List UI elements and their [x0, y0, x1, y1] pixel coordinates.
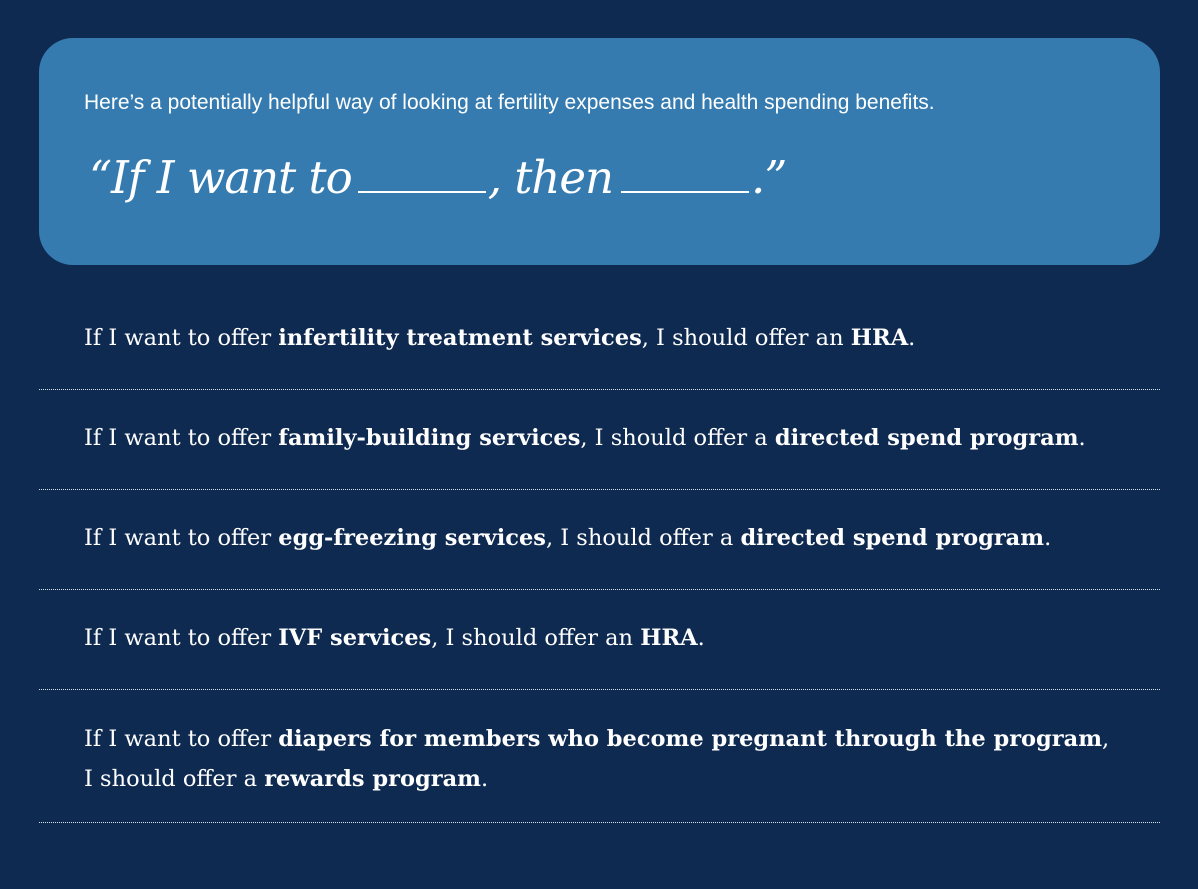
- quote-middle: , then: [487, 151, 614, 204]
- benefit-rule-text: If I want to offer IVF services, I shoul…: [84, 625, 705, 651]
- second-blank: [621, 155, 750, 193]
- benefit-rule-text: If I want to offer diapers for members w…: [84, 726, 1109, 792]
- rule-lead: If I want to offer: [84, 325, 279, 351]
- benefit-rule-text: If I want to offer family-building servi…: [84, 425, 1086, 451]
- callout-fill-in-quote: “If I want to , then .”: [89, 150, 787, 206]
- rule-end: .: [1044, 525, 1052, 551]
- rule-service: IVF services: [278, 625, 432, 651]
- benefit-rule: If I want to offer diapers for members w…: [39, 690, 1160, 823]
- first-blank: [357, 155, 486, 193]
- benefit-rule-text: If I want to offer egg-freezing services…: [84, 525, 1051, 551]
- rule-service: family-building services: [278, 425, 581, 451]
- quote-opening: “If I want to: [89, 151, 353, 204]
- benefit-rule: If I want to offer infertility treatment…: [39, 290, 1160, 390]
- rule-end: .: [697, 625, 705, 651]
- rule-lead: If I want to offer: [84, 425, 279, 451]
- rule-middle: , I should offer a: [580, 425, 775, 451]
- rule-benefit: directed spend program: [774, 425, 1079, 451]
- rule-lead: If I want to offer: [84, 525, 279, 551]
- rule-lead: If I want to offer: [84, 625, 279, 651]
- rule-benefit: HRA: [850, 325, 909, 351]
- rule-service: egg-freezing services: [278, 525, 546, 551]
- quote-closing: .”: [751, 151, 787, 204]
- callout-intro-text: Here’s a potentially helpful way of look…: [84, 91, 935, 114]
- rule-middle: , I should offer a: [545, 525, 741, 551]
- rule-middle: , I should offer an: [641, 325, 851, 351]
- benefit-rules-list: If I want to offer infertility treatment…: [39, 290, 1160, 823]
- rule-end: .: [1078, 425, 1086, 451]
- rule-service: infertility treatment services: [278, 325, 642, 351]
- benefit-rule-text: If I want to offer infertility treatment…: [84, 325, 915, 351]
- rule-service: diapers for members who become pregnant …: [278, 726, 1103, 752]
- rule-middle: , I should offer an: [431, 625, 641, 651]
- benefit-rule: If I want to offer IVF services, I shoul…: [39, 590, 1160, 690]
- fertility-benefits-callout: Here’s a potentially helpful way of look…: [39, 38, 1160, 265]
- rule-end: .: [480, 766, 489, 792]
- rule-benefit: directed spend program: [740, 525, 1045, 551]
- rule-benefit: rewards program: [264, 766, 481, 792]
- rule-lead: If I want to offer: [84, 726, 279, 752]
- rule-end: .: [908, 325, 916, 351]
- rule-benefit: HRA: [640, 625, 698, 651]
- benefit-rule: If I want to offer egg-freezing services…: [39, 490, 1160, 590]
- benefit-rule: If I want to offer family-building servi…: [39, 390, 1160, 490]
